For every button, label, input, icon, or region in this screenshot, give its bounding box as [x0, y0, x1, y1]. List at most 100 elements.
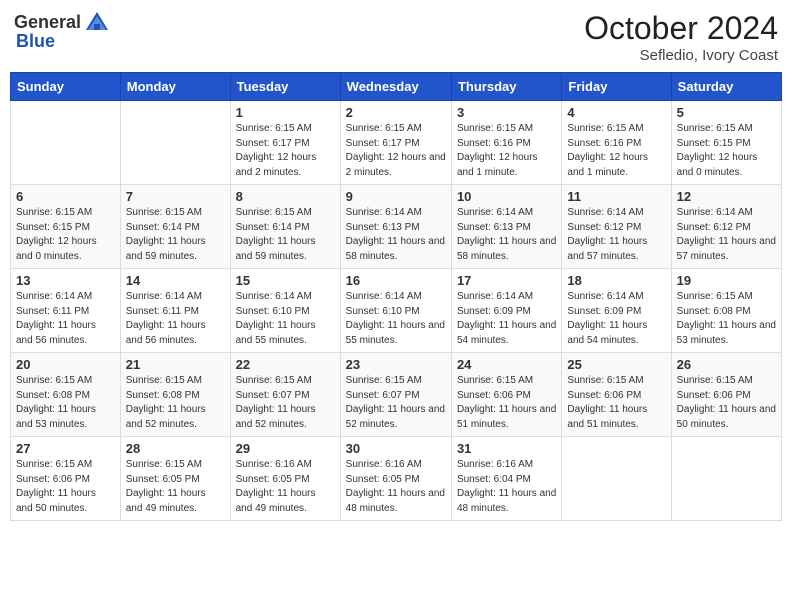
day-number: 1 — [236, 105, 335, 120]
day-number: 29 — [236, 441, 335, 456]
logo-general-text: General — [14, 13, 81, 33]
calendar-cell: 21Sunrise: 6:15 AMSunset: 6:08 PMDayligh… — [120, 353, 230, 437]
weekday-header-thursday: Thursday — [451, 73, 561, 101]
day-info: Sunrise: 6:14 AMSunset: 6:12 PMDaylight:… — [677, 206, 776, 264]
day-number: 9 — [346, 189, 446, 204]
day-number: 30 — [346, 441, 446, 456]
day-number: 3 — [457, 105, 556, 120]
calendar-cell: 6Sunrise: 6:15 AMSunset: 6:15 PMDaylight… — [11, 185, 121, 269]
day-number: 4 — [567, 105, 665, 120]
calendar-table: SundayMondayTuesdayWednesdayThursdayFrid… — [10, 72, 782, 521]
day-number: 23 — [346, 357, 446, 372]
day-number: 21 — [126, 357, 225, 372]
day-number: 2 — [346, 105, 446, 120]
calendar-cell — [11, 101, 121, 185]
calendar-cell: 1 Sunrise: 6:15 AMSunset: 6:17 PMDaylight… — [230, 101, 340, 185]
day-number: 22 — [236, 357, 335, 372]
calendar-cell: 10 Sunrise: 6:14 AMSunset: 6:13 PMDayligh… — [451, 185, 561, 269]
calendar-cell: 16 Sunrise: 6:14 AMSunset: 6:10 PMDayligh… — [340, 269, 451, 353]
day-info: Sunrise: 6:15 AMSunset: 6:15 PMDaylight:… — [677, 122, 776, 180]
day-number: 6 — [16, 189, 115, 204]
day-info: Sunrise: 6:14 AMSunset: 6:11 PMDaylight:… — [16, 290, 115, 348]
calendar-cell: 12Sunrise: 6:14 AMSunset: 6:12 PMDayligh… — [671, 185, 781, 269]
calendar-cell: 17Sunrise: 6:14 AMSunset: 6:09 PMDayligh… — [451, 269, 561, 353]
calendar-cell: 15 Sunrise: 6:14 AMSunset: 6:10 PMDayligh… — [230, 269, 340, 353]
calendar-cell: 28 Sunrise: 6:15 AMSunset: 6:05 PMDayligh… — [120, 437, 230, 521]
calendar-cell: 3 Sunrise: 6:15 AMSunset: 6:16 PMDaylight… — [451, 101, 561, 185]
month-title: October 2024 — [584, 10, 778, 47]
day-info: Sunrise: 6:14 AMSunset: 6:10 PMDaylight:… — [236, 290, 335, 348]
calendar-cell: 7Sunrise: 6:15 AMSunset: 6:14 PMDaylight… — [120, 185, 230, 269]
weekday-header-friday: Friday — [562, 73, 671, 101]
calendar-cell — [120, 101, 230, 185]
day-info: Sunrise: 6:15 AMSunset: 6:17 PMDaylight:… — [236, 122, 335, 180]
day-info: Sunrise: 6:15 AMSunset: 6:14 PMDaylight:… — [126, 206, 225, 264]
week-row-4: 20 Sunrise: 6:15 AMSunset: 6:08 PMDayligh… — [11, 353, 782, 437]
calendar-cell: 14Sunrise: 6:14 AMSunset: 6:11 PMDayligh… — [120, 269, 230, 353]
day-info: Sunrise: 6:14 AMSunset: 6:13 PMDaylight:… — [346, 206, 446, 264]
day-info: Sunrise: 6:14 AMSunset: 6:09 PMDaylight:… — [457, 290, 556, 348]
day-number: 28 — [126, 441, 225, 456]
day-number: 15 — [236, 273, 335, 288]
weekday-header-monday: Monday — [120, 73, 230, 101]
weekday-header-tuesday: Tuesday — [230, 73, 340, 101]
calendar-cell: 8 Sunrise: 6:15 AMSunset: 6:14 PMDaylight… — [230, 185, 340, 269]
day-info: Sunrise: 6:14 AMSunset: 6:10 PMDaylight:… — [346, 290, 446, 348]
calendar-cell: 31 Sunrise: 6:16 AMSunset: 6:04 PMDayligh… — [451, 437, 561, 521]
title-area: October 2024 Sefledio, Ivory Coast — [584, 10, 778, 64]
day-info: Sunrise: 6:15 AMSunset: 6:14 PMDaylight:… — [236, 206, 335, 264]
day-info: Sunrise: 6:16 AMSunset: 6:05 PMDaylight:… — [236, 458, 335, 516]
week-row-3: 13 Sunrise: 6:14 AMSunset: 6:11 PMDayligh… — [11, 269, 782, 353]
day-number: 24 — [457, 357, 556, 372]
day-info: Sunrise: 6:15 AMSunset: 6:08 PMDaylight:… — [677, 290, 776, 348]
week-row-1: 1 Sunrise: 6:15 AMSunset: 6:17 PMDaylight… — [11, 101, 782, 185]
calendar-cell: 19 Sunrise: 6:15 AMSunset: 6:08 PMDayligh… — [671, 269, 781, 353]
day-number: 25 — [567, 357, 665, 372]
calendar-cell: 2 Sunrise: 6:15 AMSunset: 6:17 PMDaylight… — [340, 101, 451, 185]
day-info: Sunrise: 6:14 AMSunset: 6:09 PMDaylight:… — [567, 290, 665, 348]
day-number: 20 — [16, 357, 115, 372]
day-number: 16 — [346, 273, 446, 288]
day-number: 13 — [16, 273, 115, 288]
day-number: 10 — [457, 189, 556, 204]
calendar-cell: 25 Sunrise: 6:15 AMSunset: 6:06 PMDayligh… — [562, 353, 671, 437]
day-info: Sunrise: 6:14 AMSunset: 6:11 PMDaylight:… — [126, 290, 225, 348]
day-number: 8 — [236, 189, 335, 204]
day-info: Sunrise: 6:15 AMSunset: 6:16 PMDaylight:… — [457, 122, 556, 180]
day-info: Sunrise: 6:15 AMSunset: 6:08 PMDaylight:… — [16, 374, 115, 432]
day-info: Sunrise: 6:15 AMSunset: 6:06 PMDaylight:… — [457, 374, 556, 432]
calendar-cell: 22Sunrise: 6:15 AMSunset: 6:07 PMDayligh… — [230, 353, 340, 437]
calendar-cell: 13 Sunrise: 6:14 AMSunset: 6:11 PMDayligh… — [11, 269, 121, 353]
day-number: 31 — [457, 441, 556, 456]
logo: General Blue — [14, 10, 110, 52]
day-number: 27 — [16, 441, 115, 456]
weekday-header-sunday: Sunday — [11, 73, 121, 101]
calendar-cell: 11 Sunrise: 6:14 AMSunset: 6:12 PMDayligh… — [562, 185, 671, 269]
week-row-2: 6Sunrise: 6:15 AMSunset: 6:15 PMDaylight… — [11, 185, 782, 269]
day-info: Sunrise: 6:14 AMSunset: 6:12 PMDaylight:… — [567, 206, 665, 264]
logo-blue-text: Blue — [16, 32, 55, 52]
day-info: Sunrise: 6:15 AMSunset: 6:06 PMDaylight:… — [677, 374, 776, 432]
calendar-cell: 30 Sunrise: 6:16 AMSunset: 6:05 PMDayligh… — [340, 437, 451, 521]
calendar-cell: 5Sunrise: 6:15 AMSunset: 6:15 PMDaylight… — [671, 101, 781, 185]
day-number: 19 — [677, 273, 776, 288]
day-info: Sunrise: 6:15 AMSunset: 6:06 PMDaylight:… — [567, 374, 665, 432]
day-info: Sunrise: 6:15 AMSunset: 6:16 PMDaylight:… — [567, 122, 665, 180]
logo-icon — [84, 10, 110, 36]
location: Sefledio, Ivory Coast — [584, 47, 778, 64]
day-info: Sunrise: 6:15 AMSunset: 6:07 PMDaylight:… — [346, 374, 446, 432]
day-info: Sunrise: 6:15 AMSunset: 6:17 PMDaylight:… — [346, 122, 446, 180]
calendar-cell: 9 Sunrise: 6:14 AMSunset: 6:13 PMDaylight… — [340, 185, 451, 269]
week-row-5: 27Sunrise: 6:15 AMSunset: 6:06 PMDayligh… — [11, 437, 782, 521]
day-info: Sunrise: 6:16 AMSunset: 6:05 PMDaylight:… — [346, 458, 446, 516]
calendar-cell: 20 Sunrise: 6:15 AMSunset: 6:08 PMDayligh… — [11, 353, 121, 437]
calendar-cell: 23 Sunrise: 6:15 AMSunset: 6:07 PMDayligh… — [340, 353, 451, 437]
calendar-cell: 27Sunrise: 6:15 AMSunset: 6:06 PMDayligh… — [11, 437, 121, 521]
day-info: Sunrise: 6:15 AMSunset: 6:05 PMDaylight:… — [126, 458, 225, 516]
weekday-header-saturday: Saturday — [671, 73, 781, 101]
weekday-header-wednesday: Wednesday — [340, 73, 451, 101]
page-header: General Blue October 2024 Sefledio, Ivor… — [10, 10, 782, 64]
day-number: 11 — [567, 189, 665, 204]
day-info: Sunrise: 6:14 AMSunset: 6:13 PMDaylight:… — [457, 206, 556, 264]
day-info: Sunrise: 6:16 AMSunset: 6:04 PMDaylight:… — [457, 458, 556, 516]
